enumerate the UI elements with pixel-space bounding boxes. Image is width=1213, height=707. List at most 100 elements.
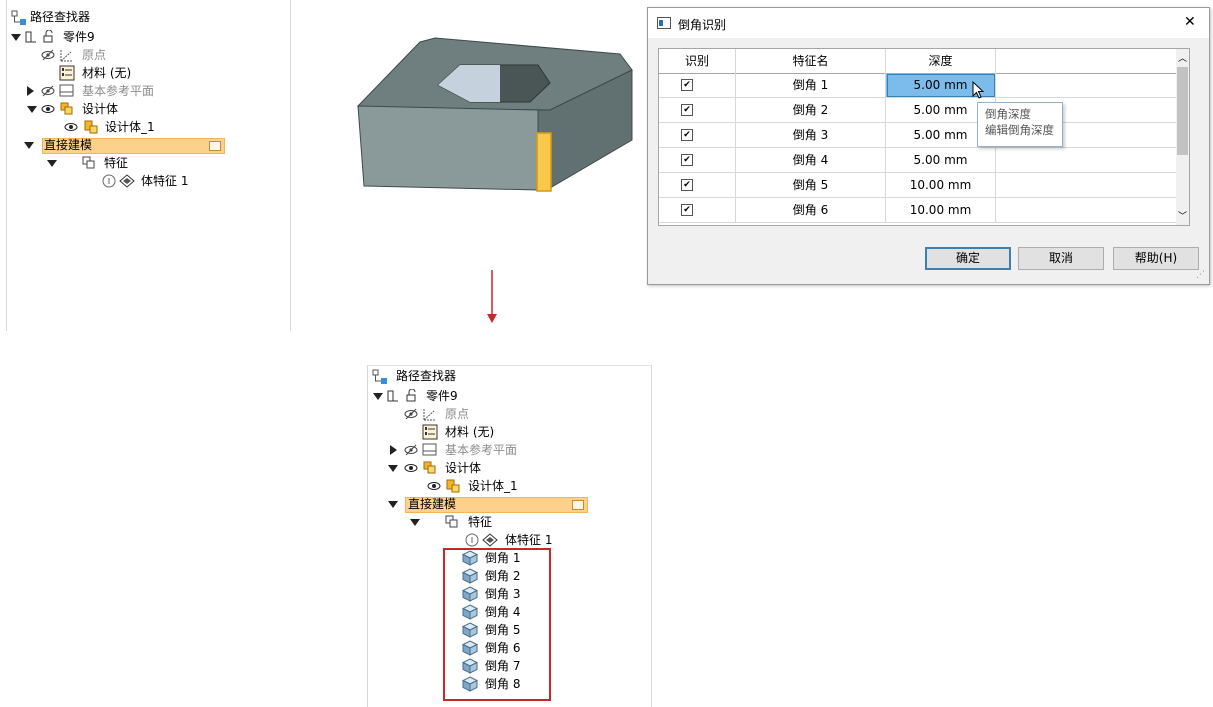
column-header-recognize[interactable]: 识别	[659, 49, 736, 74]
recognize-cell: ✔	[659, 123, 736, 148]
model-chamfer-highlight[interactable]	[536, 132, 552, 192]
vertical-scrollbar[interactable]: ︿ ﹀	[1176, 49, 1189, 225]
collapse-icon[interactable]	[410, 519, 420, 526]
depth-cell[interactable]: 10.00 mm	[886, 198, 996, 223]
collapse-icon[interactable]	[47, 160, 57, 167]
material-label: 材料 (无)	[82, 66, 132, 80]
feature-name-cell: 倒角 5	[736, 173, 886, 198]
table-row[interactable]: ✔ 倒角 3 5.00 mm	[659, 123, 1176, 148]
pathfinder-title: 路径查找器	[30, 10, 91, 24]
origin-icon	[423, 408, 436, 421]
ok-button[interactable]: 确定	[925, 247, 1011, 270]
collapse-icon[interactable]	[11, 34, 21, 41]
table-row[interactable]: ✔ 倒角 4 5.00 mm	[659, 148, 1176, 173]
table-row[interactable]: ✔ 倒角 6 10.00 mm	[659, 198, 1176, 223]
info-icon	[102, 174, 116, 188]
eye-icon[interactable]	[404, 462, 418, 474]
dialog-title-bar: 倒角识别 ✕	[648, 8, 1209, 38]
down-arrow	[487, 270, 497, 323]
eye-icon[interactable]	[64, 121, 78, 133]
tooltip: 倒角深度 编辑倒角深度	[977, 102, 1063, 147]
collapse-icon[interactable]	[27, 106, 37, 113]
recognize-cell: ✔	[659, 98, 736, 123]
recognize-cell: ✔	[659, 173, 736, 198]
pathfinder-icon	[11, 10, 26, 25]
help-button[interactable]: 帮助(H)	[1113, 247, 1199, 270]
scrollbar-thumb[interactable]	[1177, 67, 1188, 155]
features-label: 特征	[104, 156, 129, 170]
pathfinder-title: 路径查找器	[396, 369, 457, 383]
dialog-title: 倒角识别	[678, 18, 727, 32]
body-feature-icon	[482, 533, 498, 547]
resize-grip-icon[interactable]: ⋰	[1196, 270, 1205, 280]
dialog-app-icon	[657, 17, 671, 29]
material-label: 材料 (无)	[445, 425, 495, 439]
part-icon	[387, 390, 398, 402]
feature-name-cell: 倒角 2	[736, 98, 886, 123]
table-row[interactable]: ✔ 倒角 5 10.00 mm	[659, 173, 1176, 198]
recognize-checkbox[interactable]: ✔	[681, 204, 693, 216]
design-body-label: 设计体	[82, 102, 119, 116]
model-front-face[interactable]	[357, 105, 539, 191]
hidden-eye-icon[interactable]	[41, 49, 55, 61]
recognize-checkbox[interactable]: ✔	[681, 129, 693, 141]
mouse-cursor-icon	[972, 81, 985, 99]
scroll-up-icon[interactable]: ︿	[1178, 51, 1187, 64]
part-label: 零件9	[63, 30, 95, 44]
feature-name-cell: 倒角 6	[736, 198, 886, 223]
eye-icon[interactable]	[427, 480, 441, 492]
dropdown-icon[interactable]	[572, 500, 584, 510]
features-label: 特征	[468, 515, 493, 529]
expand-icon[interactable]	[27, 86, 34, 96]
material-icon	[59, 65, 75, 81]
dropdown-icon[interactable]	[209, 141, 221, 151]
column-header-feature-name[interactable]: 特征名	[736, 49, 886, 74]
hidden-eye-icon[interactable]	[41, 85, 55, 97]
recognize-checkbox[interactable]: ✔	[681, 104, 693, 116]
column-header-depth[interactable]: 深度	[886, 49, 996, 74]
recognize-checkbox[interactable]: ✔	[681, 79, 693, 91]
chamfer-table: 识别 特征名 深度 ︿ ﹀ ✔ 倒角 1 5.00 mm ✔ 倒角 2 5.00 mm ✔ 倒…	[658, 48, 1190, 226]
lock-icon	[406, 389, 416, 402]
tree-item-direct-modeling[interactable]: 直接建模	[7, 136, 247, 154]
body-feature-label: 体特征 1	[141, 174, 189, 188]
cancel-button[interactable]: 取消	[1018, 247, 1104, 270]
recognize-checkbox[interactable]: ✔	[681, 179, 693, 191]
body-feature-icon	[119, 174, 135, 188]
design-body-icon	[60, 102, 73, 115]
expand-icon[interactable]	[390, 445, 397, 455]
direct-modeling-label: 直接建模	[44, 138, 93, 152]
origin-icon	[60, 49, 73, 62]
collapse-icon[interactable]	[388, 501, 398, 508]
feature-name-cell: 倒角 1	[736, 73, 886, 98]
feature-name-cell: 倒角 3	[736, 123, 886, 148]
depth-cell[interactable]: 5.00 mm	[886, 148, 996, 173]
tree-item-direct-modeling[interactable]: 直接建模	[368, 495, 608, 513]
recognize-checkbox[interactable]: ✔	[681, 154, 693, 166]
plane-icon	[422, 443, 437, 456]
recognize-cell: ✔	[659, 73, 736, 98]
depth-cell[interactable]: 10.00 mm	[886, 173, 996, 198]
model-viewport[interactable]	[350, 30, 640, 200]
collapse-icon[interactable]	[24, 142, 34, 149]
pathfinder-panel-top: 路径查找器 零件9 原点 材料 (无) 基本参考平面 设计体 设计体_1 直接建…	[6, 0, 291, 331]
collapse-icon[interactable]	[373, 393, 383, 400]
features-icon	[82, 156, 95, 169]
hidden-eye-icon[interactable]	[404, 408, 418, 420]
features-icon	[445, 515, 458, 528]
table-row[interactable]: ✔ 倒角 1 5.00 mm	[659, 73, 1176, 98]
origin-label: 原点	[82, 48, 107, 62]
scroll-down-icon[interactable]: ﹀	[1178, 209, 1187, 222]
part-label: 零件9	[426, 389, 458, 403]
info-icon	[465, 533, 479, 547]
eye-icon[interactable]	[41, 103, 55, 115]
table-row[interactable]: ✔ 倒角 2 5.00 mm	[659, 98, 1176, 123]
hidden-eye-icon[interactable]	[404, 444, 418, 456]
empty-cell	[996, 198, 1176, 223]
collapse-icon[interactable]	[388, 465, 398, 472]
ref-planes-label: 基本参考平面	[82, 84, 155, 98]
lock-icon	[43, 30, 53, 43]
chamfer-recognition-dialog: 倒角识别 ✕ 识别 特征名 深度 ︿ ﹀ ✔ 倒角 1 5.00 mm ✔ 倒角 2 5.…	[647, 7, 1210, 285]
tree-item-part[interactable]: 零件9	[7, 28, 287, 46]
close-icon[interactable]: ✕	[1184, 14, 1196, 30]
